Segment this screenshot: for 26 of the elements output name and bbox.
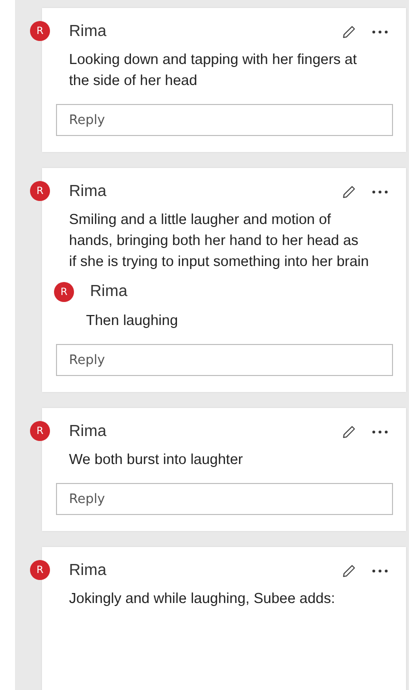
more-icon[interactable]: [372, 569, 388, 573]
reply-field[interactable]: Reply: [56, 344, 393, 376]
author-name: Rima: [69, 23, 106, 41]
author-name: Rima: [69, 562, 106, 580]
author-name: Rima: [69, 423, 106, 441]
avatar: R: [30, 181, 50, 201]
reply-field[interactable]: Reply: [56, 483, 393, 515]
reply-field[interactable]: Reply: [56, 104, 393, 136]
avatar: R: [30, 421, 50, 441]
comment-text: Jokingly and while laughing, Subee adds:: [69, 590, 336, 609]
more-icon[interactable]: [372, 430, 388, 434]
more-icon[interactable]: [372, 30, 388, 34]
comment-text: Smiling and a little laugher and motion of hands, bringing both her hand to her head as if she is trying to input something into her brain: [69, 211, 369, 272]
comment-text: Looking down and tapping with her fingers at the side of her head: [69, 51, 358, 91]
more-icon[interactable]: [372, 190, 388, 194]
avatar: R: [30, 560, 50, 580]
comment-text: We both burst into laughter: [69, 451, 244, 470]
edit-icon[interactable]: [342, 25, 356, 39]
edit-icon[interactable]: [342, 425, 356, 439]
edit-icon[interactable]: [342, 185, 356, 199]
author-name: Rima: [90, 283, 128, 301]
reply-text: Then laughing: [86, 312, 179, 331]
author-name: Rima: [69, 183, 106, 201]
avatar: R: [30, 21, 50, 41]
edit-icon[interactable]: [342, 564, 356, 578]
avatar: R: [54, 282, 74, 302]
